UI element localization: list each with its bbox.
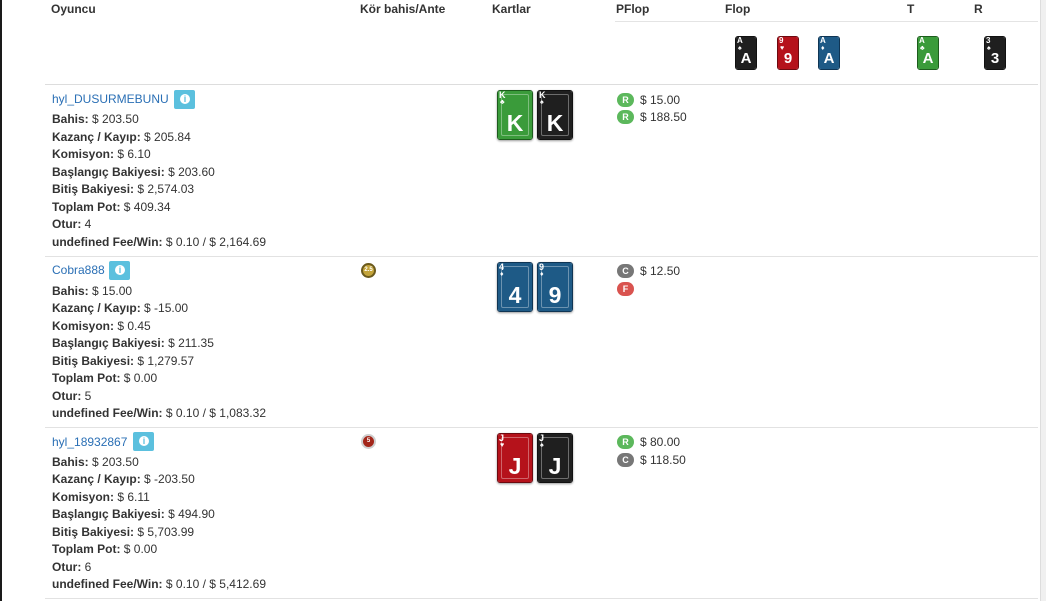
board-flop-card-3: A ♦ A [818,36,840,70]
board-flop-card-1: A ♠ A [735,36,757,70]
seat-line: Otur: 6 [52,560,92,574]
winloss-line: Kazanç / Kayıp: $ -15.00 [52,301,189,315]
blind-chip-icon: 2.5 [361,263,376,278]
blind-chip-icon: 5 [361,434,376,449]
header-divider [615,21,1038,22]
col-header-player: Oyuncu [51,2,96,16]
info-icon: i [115,265,125,275]
fee-win-line: undefined Fee/Win: $ 0.10 / $ 2,164.69 [52,235,266,249]
player-info-button[interactable]: i [109,261,130,280]
board-flop-card-2: 9 ♥ 9 [777,36,799,70]
col-header-preflop: PFlop [616,2,650,16]
commission-line: Komisyon: $ 6.10 [52,147,151,161]
col-header-turn: T [907,2,915,16]
hand-history-header: Oyuncu Kör bahis/Ante Kartlar PFlop Flop… [45,0,1038,85]
start-balance-line: Başlangıç Bakiyesi: $ 494.90 [52,507,215,521]
fee-win-line: undefined Fee/Win: $ 0.10 / $ 5,412.69 [52,577,266,591]
hole-card-1: 4 ♦ 4 [497,262,533,312]
raise-badge: R [617,93,634,107]
fee-win-line: undefined Fee/Win: $ 0.10 / $ 1,083.32 [52,406,266,420]
end-balance-line: Bitiş Bakiyesi: $ 5,703.99 [52,525,195,539]
winloss-line: Kazanç / Kayıp: $ 205.84 [52,130,191,144]
hole-card-2: K ♠ K [537,90,573,140]
col-header-river: R [974,2,983,16]
winloss-line: Kazanç / Kayıp: $ -203.50 [52,472,195,486]
info-icon: i [180,94,190,104]
end-balance-line: Bitiş Bakiyesi: $ 2,574.03 [52,182,195,196]
window-left-edge [0,0,2,601]
seat-line: Otur: 5 [52,389,92,403]
total-pot-line: Toplam Pot: $ 0.00 [52,542,158,556]
bet-line: Bahis: $ 203.50 [52,112,139,126]
scrollbar-track[interactable] [1040,0,1046,601]
commission-line: Komisyon: $ 6.11 [52,490,150,504]
hole-card-1: K ♣ K [497,90,533,140]
player-row: Cobra888 i Bahis: $ 15.00 Kazanç / Kayıp… [45,257,1038,428]
total-pot-line: Toplam Pot: $ 409.34 [52,200,171,214]
board-river-card: 3 ♠ 3 [984,36,1006,70]
total-pot-line: Toplam Pot: $ 0.00 [52,371,158,385]
info-icon: i [139,436,149,446]
bet-line: Bahis: $ 203.50 [52,455,139,469]
end-balance-line: Bitiş Bakiyesi: $ 1,279.57 [52,354,195,368]
col-header-flop: Flop [725,2,751,16]
col-header-cards: Kartlar [492,2,531,16]
player-name-link[interactable]: hyl_18932867 [52,435,127,449]
commission-line: Komisyon: $ 0.45 [52,319,151,333]
board-turn-card: A ♣ A [917,36,939,70]
seat-line: Otur: 4 [52,217,92,231]
player-row: hyl_18932867 i Bahis: $ 203.50 Kazanç / … [45,428,1038,599]
hole-card-2: 9 ♦ 9 [537,262,573,312]
call-badge: C [617,264,634,278]
hole-card-1: J ♥ J [497,433,533,483]
raise-badge: R [617,435,634,449]
hole-card-2: J ♠ J [537,433,573,483]
player-name-link[interactable]: Cobra888 [52,263,105,277]
player-info-button[interactable]: i [133,432,154,451]
start-balance-line: Başlangıç Bakiyesi: $ 211.35 [52,336,214,350]
raise-badge: R [617,110,634,124]
player-row: hyl_DUSURMEBUNU i Bahis: $ 203.50 Kazanç… [45,85,1038,257]
call-badge: C [617,453,634,467]
col-header-blind: Kör bahis/Ante [360,2,446,16]
start-balance-line: Başlangıç Bakiyesi: $ 203.60 [52,165,215,179]
player-info-button[interactable]: i [174,90,195,109]
fold-badge: F [617,282,634,296]
bet-line: Bahis: $ 15.00 [52,284,133,298]
player-name-link[interactable]: hyl_DUSURMEBUNU [52,92,169,106]
